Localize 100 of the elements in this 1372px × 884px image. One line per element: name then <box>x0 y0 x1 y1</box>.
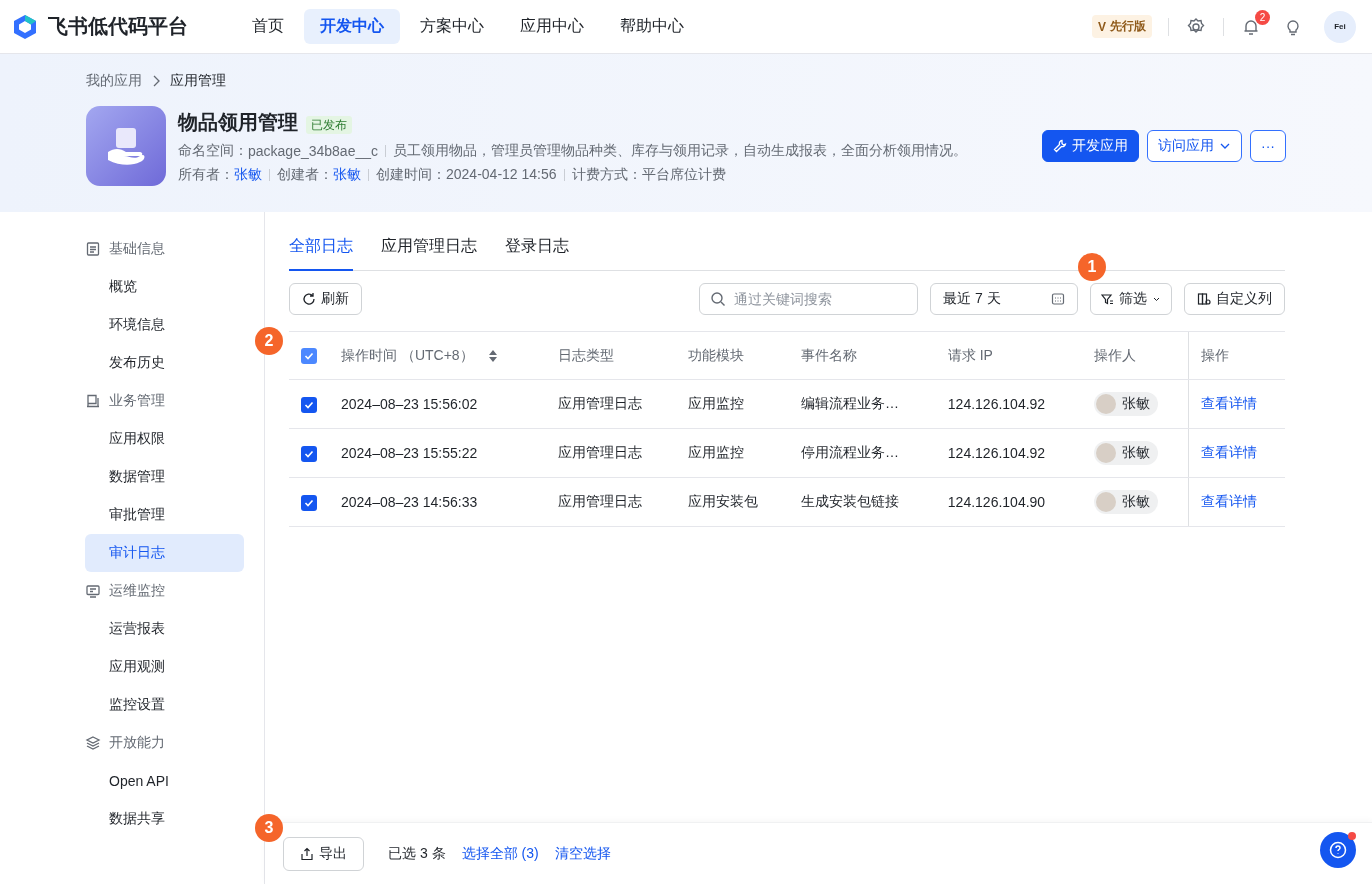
nav-tab[interactable]: 帮助中心 <box>604 9 700 44</box>
avatar <box>1095 442 1116 463</box>
callout-marker: 1 <box>1078 253 1106 281</box>
table-cell: 编辑流程业务… <box>789 379 936 429</box>
table-cell: 124.126.104.92 <box>935 428 1082 478</box>
sidebar-item[interactable]: 发布历史 <box>85 344 244 382</box>
table-cell: 生成安装包链接 <box>789 477 936 527</box>
sidebar-item[interactable]: 监控设置 <box>85 686 244 724</box>
user-avatar[interactable]: Fei <box>1324 10 1356 43</box>
check-icon <box>304 497 314 508</box>
columns-icon <box>1197 292 1211 306</box>
operator-chip: 张敏 <box>1093 391 1158 416</box>
table-cell: 124.126.104.92 <box>935 379 1082 429</box>
nav-tab[interactable]: 应用中心 <box>504 9 600 44</box>
sidebar-item[interactable]: 应用权限 <box>85 420 244 458</box>
column-header: 操作时间 （UTC+8） <box>329 331 547 380</box>
table-cell: 应用管理日志 <box>546 477 677 527</box>
column-header: 事件名称 <box>789 331 936 380</box>
breadcrumb-link[interactable]: 我的应用 <box>86 72 142 90</box>
select-all-checkbox[interactable] <box>301 348 317 365</box>
app-name: 物品领用管理 <box>178 110 298 133</box>
chevron-right-icon <box>152 75 160 87</box>
brand-name: 飞书低代码平台 <box>48 14 188 39</box>
sidebar-item[interactable]: 数据管理 <box>85 458 244 496</box>
app-description: 员工领用物品，管理员管理物品种类、库存与领用记录，自动生成报表，全面分析领用情况。 <box>393 141 967 160</box>
namespace-value: package_34b8ae__c <box>248 142 378 159</box>
column-header: 操作 <box>1188 331 1285 380</box>
edition-badge: V 先行版 <box>1092 15 1152 38</box>
table-cell: 应用管理日志 <box>546 379 677 429</box>
log-tab[interactable]: 全部日志 <box>289 232 353 271</box>
view-details-link[interactable]: 查看详情 <box>1200 444 1257 460</box>
creator-link[interactable]: 张敏 <box>333 165 361 184</box>
select-all-link[interactable]: 选择全部 (3) <box>461 844 539 863</box>
billing-info: 计费方式：平台席位计费 <box>571 165 726 184</box>
layers-icon <box>85 735 101 751</box>
avatar <box>1095 393 1116 414</box>
export-icon <box>300 846 314 861</box>
refresh-button[interactable]: 刷新 <box>289 283 362 315</box>
sidebar-item[interactable]: 应用观测 <box>85 648 244 686</box>
visit-app-button[interactable]: 访问应用 <box>1147 130 1242 162</box>
table-cell: 应用监控 <box>676 379 790 429</box>
breadcrumb-link[interactable]: 应用管理 <box>170 72 226 90</box>
callout-marker: 3 <box>255 814 283 842</box>
table-cell: 124.126.104.90 <box>935 477 1082 527</box>
export-button[interactable]: 导出 <box>283 836 364 871</box>
develop-button[interactable]: 开发应用 <box>1042 130 1139 162</box>
view-details-link[interactable]: 查看详情 <box>1200 493 1257 509</box>
sidebar-group-label: 基础信息 <box>109 240 165 258</box>
selected-count: 已选 3 条 <box>388 844 446 863</box>
operator-chip: 张敏 <box>1093 489 1158 514</box>
question-icon <box>1329 841 1347 859</box>
wrench-icon <box>1053 139 1067 153</box>
sidebar-item[interactable]: 审计日志 <box>85 534 244 572</box>
sidebar-item[interactable]: 审批管理 <box>85 496 244 534</box>
table-cell: 2024–08–23 14:56:33 <box>329 477 547 527</box>
table-cell: 2024–08–23 15:56:02 <box>329 379 547 429</box>
row-checkbox[interactable] <box>301 445 317 462</box>
column-header: 请求 IP <box>935 331 1082 380</box>
search-field[interactable]: 通过关键词搜索 <box>699 283 918 315</box>
nav-tab[interactable]: 首页 <box>236 9 300 44</box>
search-icon <box>710 291 726 307</box>
check-icon <box>304 448 314 459</box>
table-cell: 应用监控 <box>676 428 790 478</box>
avatar <box>1095 491 1116 512</box>
filter-icon <box>1101 292 1114 306</box>
clear-selection-link[interactable]: 清空选择 <box>554 844 611 863</box>
sidebar-item[interactable]: 环境信息 <box>85 306 244 344</box>
row-checkbox[interactable] <box>301 396 317 413</box>
column-header: 日志类型 <box>546 331 677 380</box>
table-cell: 2024–08–23 15:55:22 <box>329 428 547 478</box>
status-tag: 已发布 <box>306 115 352 134</box>
sidebar-item[interactable]: 运营报表 <box>85 610 244 648</box>
check-icon <box>304 351 314 362</box>
sidebar-group-label: 开放能力 <box>109 734 165 752</box>
monitor-icon <box>85 583 101 599</box>
log-tab[interactable]: 应用管理日志 <box>381 232 477 271</box>
sidebar-item[interactable]: 概览 <box>85 268 244 306</box>
document-icon <box>85 241 101 257</box>
namespace-label: 命名空间： <box>178 141 248 160</box>
log-tab[interactable]: 登录日志 <box>505 232 569 271</box>
notification-count: 2 <box>1255 9 1270 25</box>
table-cell: 停用流程业务… <box>789 428 936 478</box>
callout-marker: 2 <box>255 327 283 355</box>
book-icon <box>85 393 101 409</box>
sidebar-item[interactable]: 数据共享 <box>85 800 244 838</box>
nav-tab[interactable]: 开发中心 <box>304 9 400 44</box>
operator-chip: 张敏 <box>1093 440 1158 465</box>
row-checkbox[interactable] <box>301 494 317 511</box>
owner-link[interactable]: 张敏 <box>234 165 262 184</box>
filter-button[interactable]: 筛选 <box>1090 283 1172 315</box>
more-button[interactable]: ··· <box>1250 130 1286 162</box>
help-button[interactable] <box>1320 832 1356 868</box>
sidebar-item[interactable]: Open API <box>85 762 244 800</box>
creator-label: 创建者： <box>277 165 333 184</box>
app-icon <box>86 106 166 186</box>
nav-tab[interactable]: 方案中心 <box>404 9 500 44</box>
view-details-link[interactable]: 查看详情 <box>1200 395 1257 411</box>
sort-icon[interactable] <box>487 348 498 363</box>
date-range-field[interactable]: 最近 7 天 <box>930 283 1078 315</box>
custom-columns-button[interactable]: 自定义列 <box>1184 283 1285 315</box>
